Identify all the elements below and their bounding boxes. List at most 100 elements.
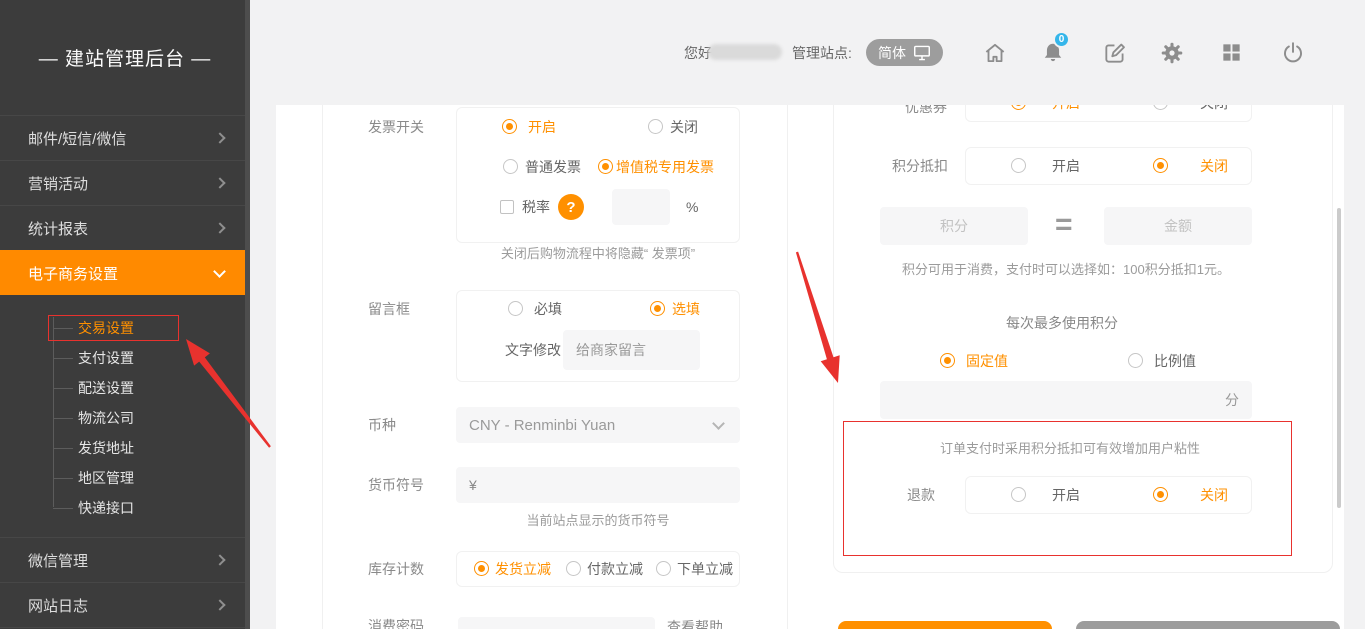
refund-on-label[interactable]: 开启 xyxy=(1052,487,1080,503)
chevron-right-icon xyxy=(214,222,225,233)
currency-symbol-input[interactable]: ¥ xyxy=(456,467,740,503)
submenu-item-logistics-company[interactable]: 物流公司 xyxy=(0,403,250,433)
fixed-value-label[interactable]: 固定值 xyxy=(966,353,1008,369)
invoice-off-radio[interactable] xyxy=(648,119,663,134)
text-edit-label: 文字修改 xyxy=(505,342,561,358)
language-label: 简体 xyxy=(878,43,906,63)
message-text-input[interactable]: 给商家留言 xyxy=(563,330,700,370)
refund-label: 退款 xyxy=(907,487,935,503)
points-deduction-label: 积分抵扣 xyxy=(892,158,948,174)
vat-invoice-radio[interactable] xyxy=(598,159,613,174)
currency-symbol-hint: 当前站点显示的货币符号 xyxy=(456,513,740,528)
language-switch-button[interactable]: 简体 xyxy=(866,39,943,66)
message-required-radio[interactable] xyxy=(508,301,523,316)
sidebar-item-statistics[interactable]: 统计报表 xyxy=(0,205,250,250)
points-off-radio[interactable] xyxy=(1153,158,1168,173)
submenu-item-trade-settings[interactable]: 交易设置 xyxy=(0,313,250,343)
app-logo: — 建站管理后台 — xyxy=(0,0,250,115)
ship-deduct-label[interactable]: 发货立减 xyxy=(495,561,551,577)
invoice-off-label[interactable]: 关闭 xyxy=(670,119,698,135)
points-on-radio[interactable] xyxy=(1011,158,1026,173)
power-logout-icon[interactable] xyxy=(1280,40,1306,66)
refund-on-radio[interactable] xyxy=(1011,487,1026,502)
points-off-label[interactable]: 关闭 xyxy=(1200,158,1228,174)
max-points-input[interactable]: 分 xyxy=(880,381,1252,419)
consume-password-label: 消费密码 xyxy=(368,618,424,629)
tax-rate-input[interactable] xyxy=(612,189,670,225)
fixed-value-radio[interactable] xyxy=(940,353,955,368)
submenu-item-region-management[interactable]: 地区管理 xyxy=(0,463,250,493)
sidebar-item-marketing[interactable]: 营销活动 xyxy=(0,160,250,205)
points-value-input[interactable]: 积分 xyxy=(880,207,1028,245)
chevron-right-icon xyxy=(214,599,225,610)
submenu-item-shipping-address[interactable]: 发货地址 xyxy=(0,433,250,463)
currency-select[interactable]: CNY - Renminbi Yuan xyxy=(456,407,740,443)
submenu-item-express-api[interactable]: 快递接口 xyxy=(0,493,250,523)
consume-password-input[interactable] xyxy=(458,617,655,629)
coupon-on-label[interactable]: 开启 xyxy=(1052,105,1080,111)
refund-off-label[interactable]: 关闭 xyxy=(1200,487,1228,503)
sidebar-item-label: 营销活动 xyxy=(28,173,88,194)
save-button-partial[interactable] xyxy=(838,621,1052,629)
panel-scrollbar[interactable] xyxy=(1337,208,1341,508)
sidebar-item-label: 网站日志 xyxy=(28,595,88,616)
message-optional-label[interactable]: 选填 xyxy=(672,301,700,317)
sidebar-item-wechat-management[interactable]: 微信管理 xyxy=(0,537,250,582)
ratio-value-radio[interactable] xyxy=(1128,353,1143,368)
sidebar-item-label: 统计报表 xyxy=(28,218,88,239)
submenu-item-payment-settings[interactable]: 支付设置 xyxy=(0,343,250,373)
username-redacted xyxy=(708,44,782,60)
currency-symbol-label: 货币符号 xyxy=(368,477,424,493)
coupon-off-label[interactable]: 关闭 xyxy=(1200,105,1228,111)
message-optional-radio[interactable] xyxy=(650,301,665,316)
sidebar-item-label: 邮件/短信/微信 xyxy=(28,128,126,149)
apps-grid-icon[interactable] xyxy=(1220,41,1243,64)
monitor-icon xyxy=(913,45,931,61)
currency-label: 币种 xyxy=(368,417,396,433)
sidebar-scrollbar[interactable] xyxy=(245,0,250,629)
pay-deduct-radio[interactable] xyxy=(566,561,581,576)
message-required-label[interactable]: 必填 xyxy=(534,301,562,317)
submenu-item-delivery-settings[interactable]: 配送设置 xyxy=(0,373,250,403)
invoice-on-radio[interactable] xyxy=(502,119,517,134)
content-panel: 发票开关 开启 关闭 普通发票 增值税专用发票 税率 ? % 关闭后购物流程中将… xyxy=(276,105,1344,629)
chevron-down-icon xyxy=(213,265,226,278)
refund-off-radio[interactable] xyxy=(1153,487,1168,502)
order-deduct-radio[interactable] xyxy=(656,561,671,576)
ecommerce-submenu: 交易设置 支付设置 配送设置 物流公司 发货地址 地区管理 快递接口 xyxy=(0,295,250,537)
reset-button-partial[interactable] xyxy=(1076,621,1340,629)
settings-gear-icon[interactable] xyxy=(1159,40,1185,66)
order-deduct-label[interactable]: 下单立减 xyxy=(677,561,733,577)
sidebar-item-label: 微信管理 xyxy=(28,550,88,571)
admin-page: — 建站管理后台 — 邮件/短信/微信 营销活动 统计报表 电子商务设置 交易设… xyxy=(0,0,1365,629)
coupon-label: 优惠券 xyxy=(905,105,947,115)
pay-deduct-label[interactable]: 付款立减 xyxy=(587,561,643,577)
view-help-link[interactable]: 查看帮助 xyxy=(667,619,723,629)
tax-rate-checkbox[interactable] xyxy=(500,200,514,214)
normal-invoice-label[interactable]: 普通发票 xyxy=(525,159,581,175)
chevron-right-icon xyxy=(214,554,225,565)
tax-rate-label[interactable]: 税率 xyxy=(522,199,550,215)
sidebar-item-ecommerce-settings[interactable]: 电子商务设置 xyxy=(0,250,250,295)
invoice-on-label[interactable]: 开启 xyxy=(528,119,556,135)
home-icon[interactable] xyxy=(982,40,1008,66)
points-on-label[interactable]: 开启 xyxy=(1052,158,1080,174)
ratio-value-label[interactable]: 比例值 xyxy=(1154,353,1196,369)
refund-hint: 订单支付时采用积分抵扣可有效增加用户粘性 xyxy=(884,441,1256,456)
message-box-label: 留言框 xyxy=(368,301,410,317)
tax-rate-help-icon[interactable]: ? xyxy=(558,194,584,220)
equals-sign: = xyxy=(1055,210,1073,240)
edit-icon[interactable] xyxy=(1102,40,1128,66)
points-usage-hint: 积分可用于消费，支付时可以选择如：100积分抵扣1元。 xyxy=(880,262,1252,277)
sidebar-item-site-logs[interactable]: 网站日志 xyxy=(0,582,250,628)
vat-invoice-label[interactable]: 增值税专用发票 xyxy=(616,159,714,175)
sidebar: — 建站管理后台 — 邮件/短信/微信 营销活动 统计报表 电子商务设置 交易设… xyxy=(0,0,250,629)
invoice-hint: 关闭后购物流程中将隐藏“ 发票项” xyxy=(456,246,740,261)
amount-value-input[interactable]: 金额 xyxy=(1104,207,1252,245)
chevron-right-icon xyxy=(214,177,225,188)
chevron-right-icon xyxy=(214,132,225,143)
sidebar-item-mail-sms-wechat[interactable]: 邮件/短信/微信 xyxy=(0,115,250,160)
ship-deduct-radio[interactable] xyxy=(474,561,489,576)
normal-invoice-radio[interactable] xyxy=(503,159,518,174)
invoice-switch-label: 发票开关 xyxy=(368,119,424,135)
